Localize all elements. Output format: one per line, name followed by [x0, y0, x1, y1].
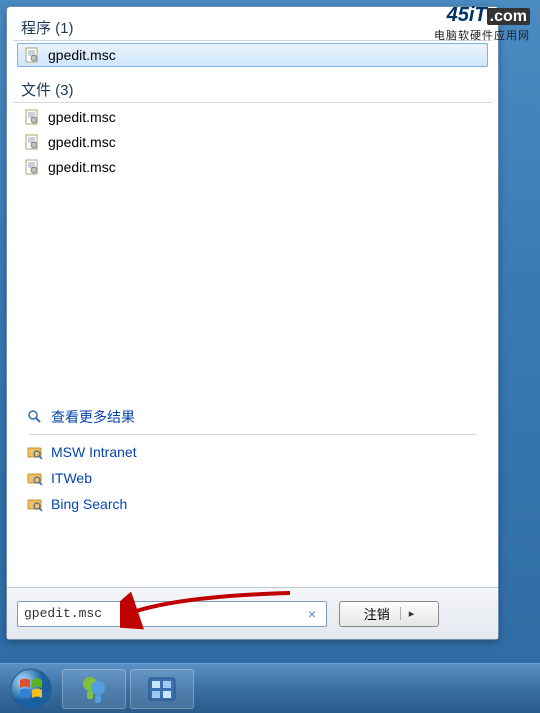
links-section: 查看更多结果 MSW Intranet ITWeb [19, 404, 486, 517]
search-folder-icon [27, 496, 43, 512]
watermark: 45iT.com 电脑软硬件应用网 [434, 4, 530, 43]
task-view-icon [147, 676, 177, 702]
clear-search-icon[interactable]: × [304, 606, 320, 622]
program-result-item[interactable]: gpedit.msc [17, 43, 488, 67]
watermark-brand: 45iT [447, 4, 487, 26]
logout-arrow-icon[interactable]: ▸ [400, 607, 415, 620]
result-label: gpedit.msc [48, 159, 116, 175]
start-button[interactable] [4, 666, 58, 712]
watermark-subtitle: 电脑软硬件应用网 [434, 27, 530, 43]
msc-file-icon [24, 47, 40, 63]
programs-section-header: 程序 (1) [13, 13, 492, 41]
msc-file-icon [24, 159, 40, 175]
link-label: MSW Intranet [51, 444, 137, 460]
magnifier-icon [27, 409, 43, 425]
file-result-item[interactable]: gpedit.msc [17, 130, 488, 154]
search-folder-icon [27, 470, 43, 486]
result-label: gpedit.msc [48, 134, 116, 150]
search-provider-link[interactable]: MSW Intranet [19, 439, 486, 465]
search-provider-link[interactable]: Bing Search [19, 491, 486, 517]
link-label: 查看更多结果 [51, 407, 135, 427]
logout-button[interactable]: 注销 ▸ [339, 601, 439, 627]
taskbar-app-messenger[interactable] [62, 669, 126, 709]
logout-label: 注销 [364, 604, 390, 623]
see-more-results-link[interactable]: 查看更多结果 [19, 404, 486, 430]
result-label: gpedit.msc [48, 109, 116, 125]
start-menu-bottom-bar: × 注销 ▸ [7, 587, 498, 639]
link-label: Bing Search [51, 496, 127, 512]
divider [29, 434, 476, 435]
msc-file-icon [24, 134, 40, 150]
start-menu-panel: 程序 (1) gpedit.msc 文件 (3) gpedit.msc [6, 6, 499, 640]
search-folder-icon [27, 444, 43, 460]
watermark-suffix: .com [487, 8, 530, 25]
search-provider-link[interactable]: ITWeb [19, 465, 486, 491]
windows-orb-icon [10, 668, 52, 710]
msc-file-icon [24, 109, 40, 125]
search-results-area: 程序 (1) gpedit.msc 文件 (3) gpedit.msc [13, 13, 492, 581]
taskbar [0, 663, 540, 713]
messenger-icon [79, 674, 109, 704]
file-result-item[interactable]: gpedit.msc [17, 105, 488, 129]
files-section-header: 文件 (3) [13, 75, 492, 103]
link-label: ITWeb [51, 470, 92, 486]
result-label: gpedit.msc [48, 47, 116, 63]
search-input[interactable] [24, 606, 304, 621]
search-box[interactable]: × [17, 601, 327, 627]
file-result-item[interactable]: gpedit.msc [17, 155, 488, 179]
taskbar-app-switcher[interactable] [130, 669, 194, 709]
